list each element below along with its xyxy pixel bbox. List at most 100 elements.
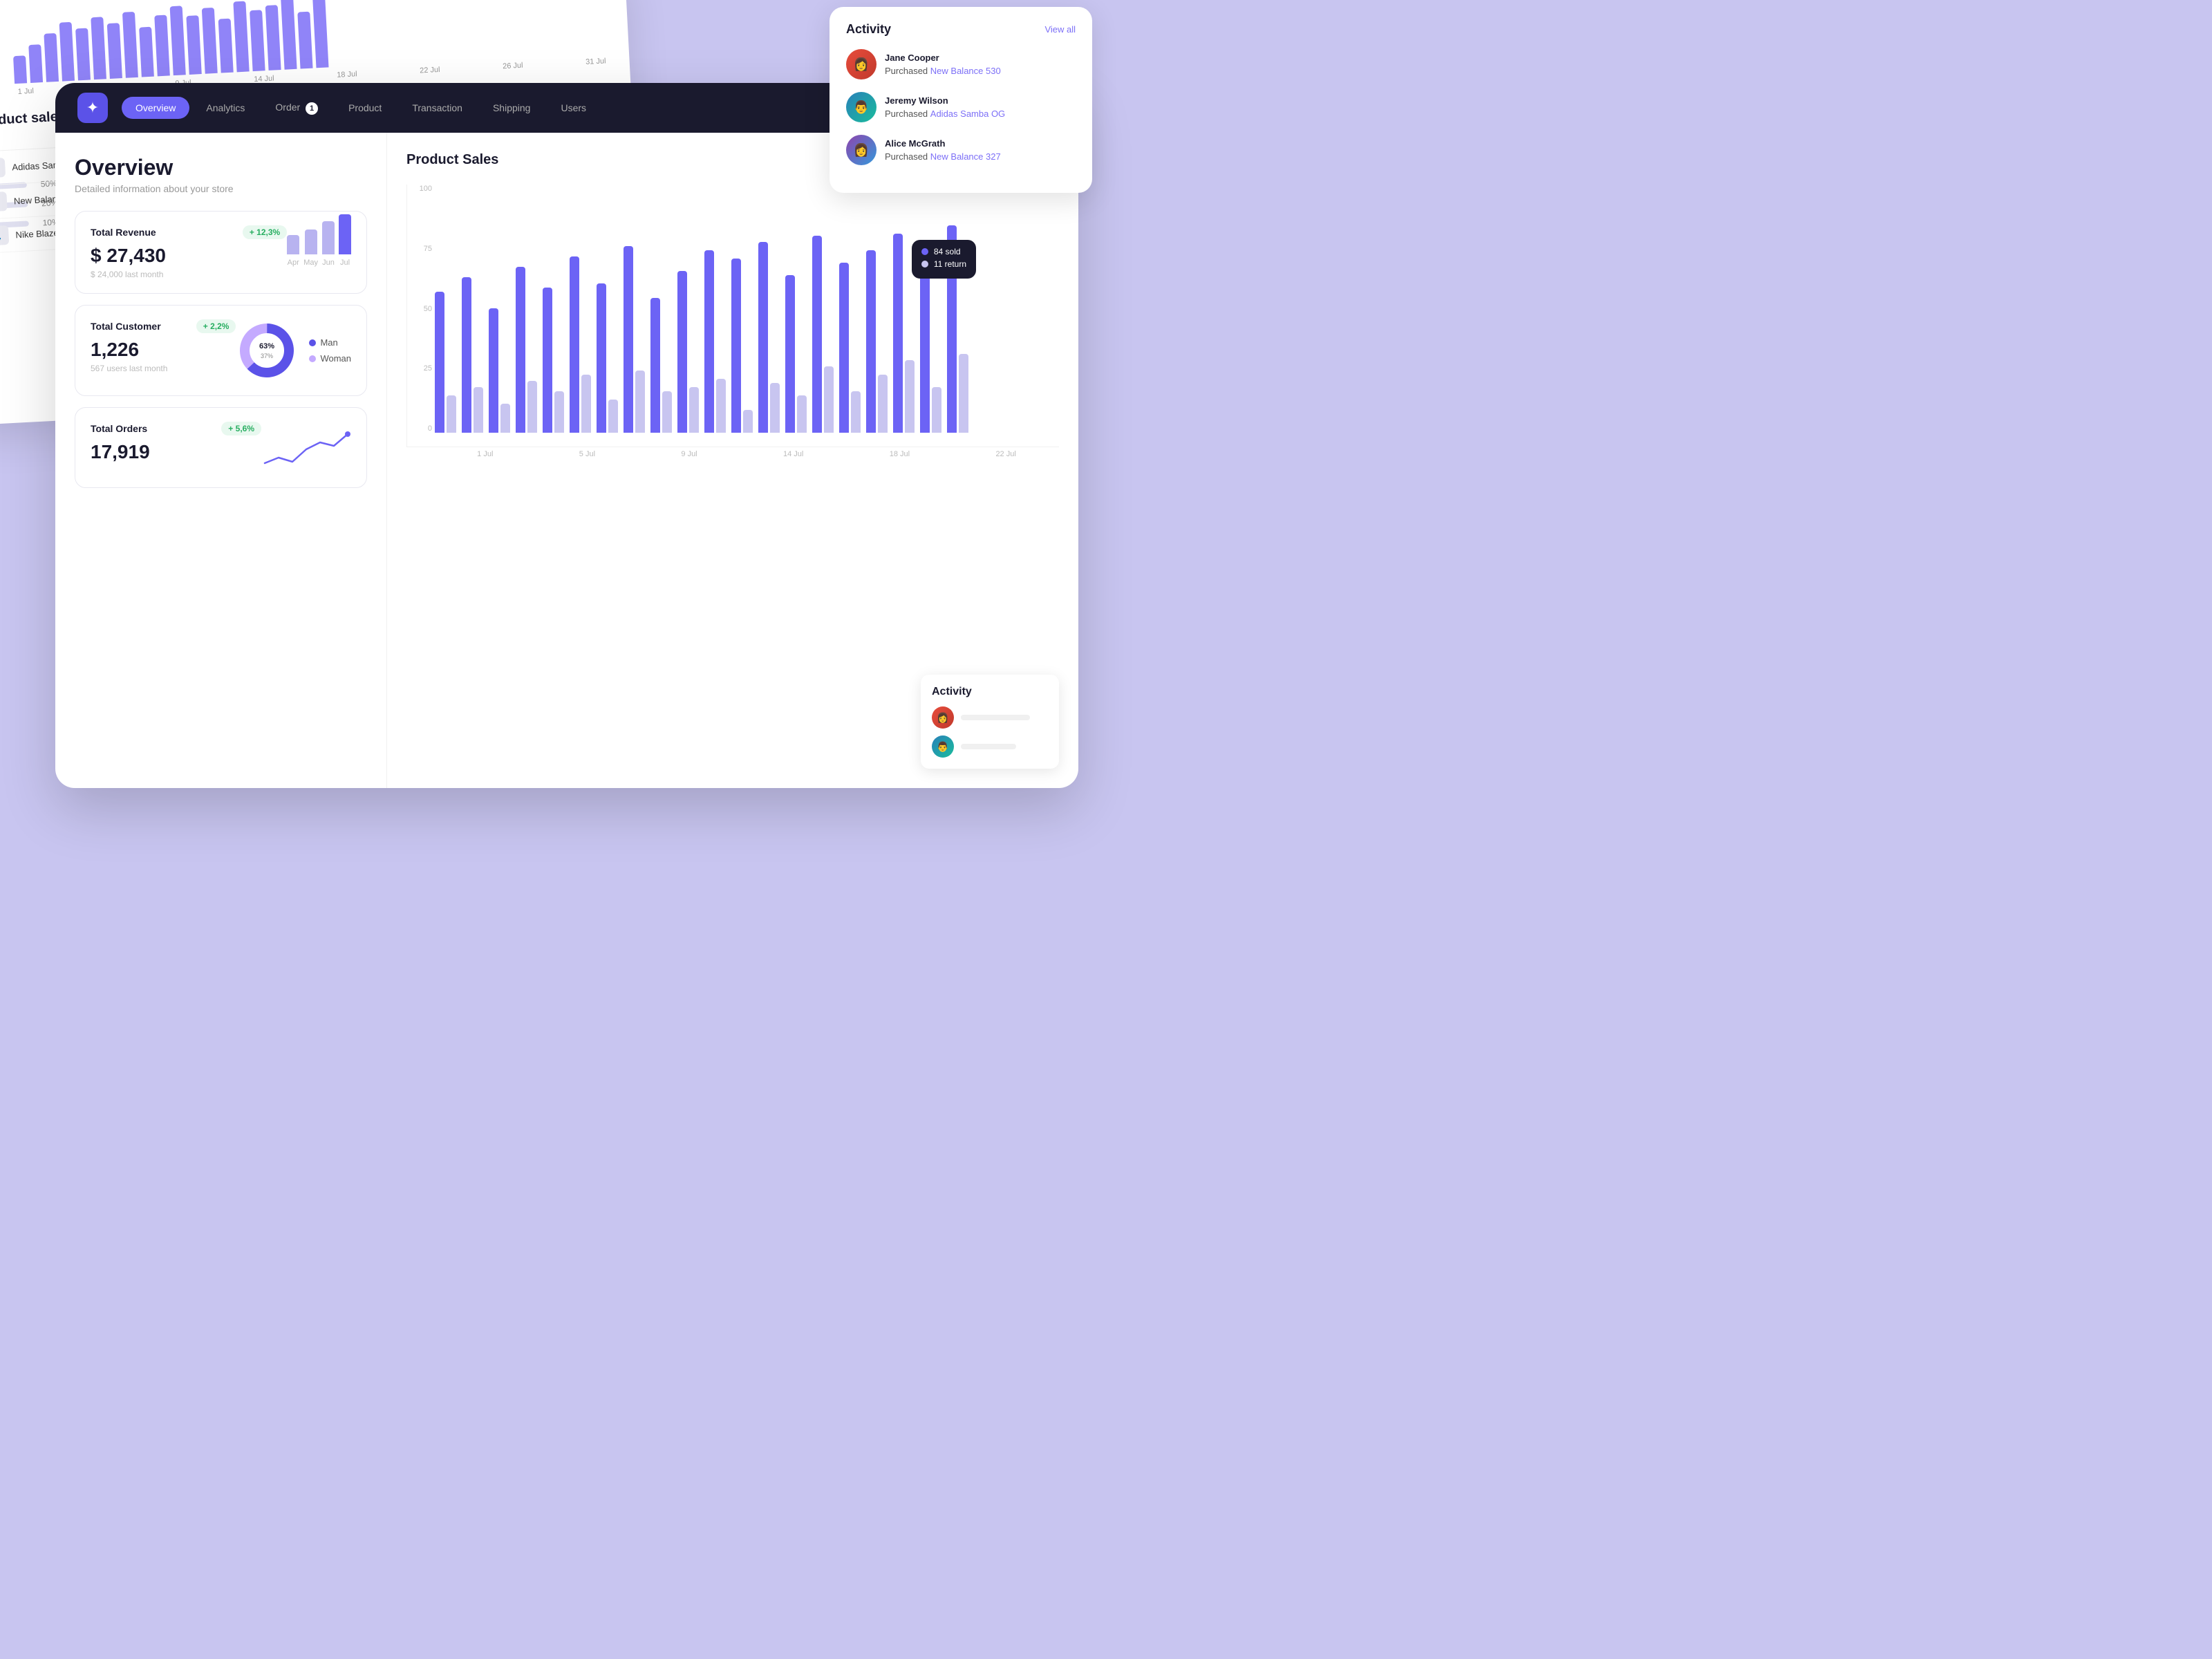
bar-sold-4	[543, 288, 552, 433]
bar-sold-3	[516, 267, 525, 433]
nav-tab-transaction[interactable]: Transaction	[398, 97, 476, 119]
view-all-link[interactable]: View all	[1044, 24, 1076, 35]
bar-return-7	[635, 371, 645, 433]
bar-sold-2	[489, 308, 498, 433]
woman-label: Woman	[320, 353, 351, 364]
revenue-chart: Apr May Jun	[287, 225, 351, 267]
x-14jul: 14 Jul	[783, 450, 803, 458]
bar-col-10	[704, 250, 726, 433]
activity-name-0: Jane Cooper	[885, 53, 939, 63]
logo-button[interactable]: ✦	[77, 93, 108, 123]
activity-action-0: Purchased	[885, 66, 928, 76]
bar-return-11	[743, 410, 753, 433]
y-0: 0	[407, 424, 432, 433]
avatar-2: 👩	[846, 135, 877, 165]
shoe-icon-2: 👟	[0, 225, 9, 246]
activity-name-1: Jeremy Wilson	[885, 95, 948, 106]
bar-col-5	[570, 256, 591, 433]
svg-text:37%: 37%	[261, 353, 273, 359]
y-75: 75	[407, 245, 432, 253]
bar-sold-11	[731, 259, 741, 433]
revenue-label: Total Revenue	[91, 227, 156, 238]
bar-return-8	[662, 391, 672, 433]
bar-return-13	[797, 395, 807, 433]
bar-pair-9	[677, 271, 699, 433]
bar-sold-9	[677, 271, 687, 433]
donut-svg: 63% 37%	[236, 319, 298, 382]
avatar-1: 👨	[846, 92, 877, 122]
total-revenue-card: Total Revenue + 12,3% $ 27,430 $ 24,000 …	[75, 211, 367, 294]
bar-col-14	[812, 236, 834, 433]
bar-return-9	[689, 387, 699, 433]
bar-pair-3	[516, 267, 537, 433]
nav-tab-users[interactable]: Users	[547, 97, 600, 119]
bar-col-6	[597, 283, 618, 433]
x-5jul: 5 Jul	[579, 450, 595, 458]
activity-product-0[interactable]: New Balance 530	[930, 66, 1001, 76]
x-18jul: 18 Jul	[890, 450, 910, 458]
bar-pair-4	[543, 288, 564, 433]
back-xlabel-1jul: 1 Jul	[17, 87, 34, 96]
bar-col-9	[677, 271, 699, 433]
bar-return-0	[447, 395, 456, 433]
nav-tab-product[interactable]: Product	[335, 97, 395, 119]
bar-return-2	[500, 404, 510, 433]
revenue-badge: + 12,3%	[243, 225, 287, 239]
bar-sold-18	[920, 271, 930, 433]
bar-pair-14	[812, 236, 834, 433]
bar-pair-12	[758, 242, 780, 433]
bar-col-17	[893, 234, 915, 433]
bar-col-0	[435, 292, 456, 433]
x-22jul: 22 Jul	[995, 450, 1015, 458]
back-xlabel-18jul: 18 Jul	[337, 70, 357, 79]
y-50: 50	[407, 305, 432, 313]
avatar-0: 👩	[846, 49, 877, 79]
bar-pair-15	[839, 263, 861, 433]
bar-col-13	[785, 275, 807, 433]
nav-tab-analytics[interactable]: Analytics	[192, 97, 259, 119]
bar-return-1	[474, 387, 483, 433]
nav-tab-shipping[interactable]: Shipping	[479, 97, 545, 119]
activity-text-0: Jane Cooper Purchased New Balance 530	[885, 51, 1001, 78]
back-activity-panel: Activity View all 👩 Jane Cooper Purchase…	[830, 7, 1092, 193]
bar-sold-8	[650, 298, 660, 433]
activity-product-2[interactable]: New Balance 327	[930, 151, 1001, 162]
bar-col-11	[731, 259, 753, 433]
x-1jul: 1 Jul	[477, 450, 493, 458]
nav-tab-order[interactable]: Order 1	[261, 96, 332, 120]
rev-label-jun: Jun	[322, 259, 335, 267]
bar-col-2	[489, 308, 510, 433]
donut-chart: 63% 37% Man Woman	[236, 319, 351, 382]
woman-dot	[309, 355, 316, 362]
bar-sold-15	[839, 263, 849, 433]
customer-value: 1,226	[91, 339, 236, 361]
back-xlabel-31jul: 31 Jul	[585, 57, 606, 66]
bar-col-7	[624, 246, 645, 433]
bar-pair-13	[785, 275, 807, 433]
man-label: Man	[320, 337, 337, 348]
activity-product-1[interactable]: Adidas Samba OG	[930, 109, 1005, 119]
nav-tab-overview[interactable]: Overview	[122, 97, 189, 119]
bar-sold-5	[570, 256, 579, 433]
bar-pair-2	[489, 308, 510, 433]
back-xlabel-26jul: 26 Jul	[503, 62, 523, 71]
legend-woman: Woman	[309, 353, 351, 364]
bottom-activity-list: 👩 👨	[932, 706, 1048, 758]
back-chart: 100	[10, 0, 608, 84]
bar-sold-0	[435, 292, 444, 433]
x-9jul: 9 Jul	[681, 450, 697, 458]
bar-sold-7	[624, 246, 633, 433]
activity-item-1: 👨 Jeremy Wilson Purchased Adidas Samba O…	[846, 92, 1076, 122]
bar-col-1	[462, 277, 483, 433]
bar-sold-16	[866, 250, 876, 433]
customer-badge: + 2,2%	[196, 319, 236, 333]
man-dot	[309, 339, 316, 346]
orders-badge: + 5,6%	[221, 422, 261, 435]
activity-text-2: Alice McGrath Purchased New Balance 327	[885, 137, 1001, 164]
bar-col-19	[947, 225, 968, 433]
activity-action-2: Purchased	[885, 151, 928, 162]
bar-pair-11	[731, 259, 753, 433]
back-xlabel-22jul: 22 Jul	[420, 66, 440, 75]
revenue-sub: $ 24,000 last month	[91, 270, 287, 279]
bar-col-8	[650, 298, 672, 433]
